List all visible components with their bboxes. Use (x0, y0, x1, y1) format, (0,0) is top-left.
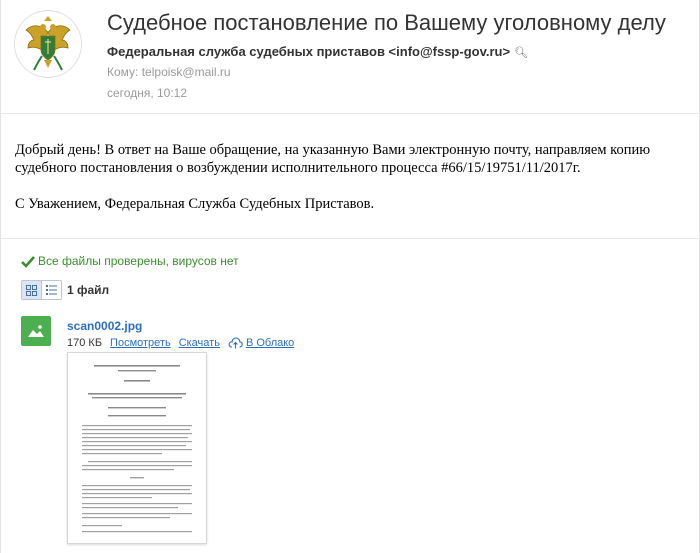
attachment-thumbnail[interactable] (67, 352, 207, 544)
save-to-cloud-link[interactable]: В Облако (228, 336, 294, 349)
list-view-button[interactable] (42, 280, 62, 300)
attachment-count: 1 файл (67, 283, 110, 297)
view-toggle (21, 280, 62, 300)
emblem-icon (25, 16, 71, 71)
virus-check-status: Все файлы проверены, вирусов нет (21, 254, 239, 268)
check-icon (21, 255, 35, 268)
attachment-filename[interactable]: scan0002.jpg (67, 319, 142, 333)
search-icon[interactable]: 🔍︎ (514, 47, 528, 59)
image-file-icon[interactable] (21, 316, 51, 346)
sender-avatar[interactable] (14, 10, 82, 78)
attachments-divider (0, 238, 700, 239)
attachment-size: 170 КБ (67, 336, 103, 349)
grid-view-icon (26, 284, 37, 296)
download-link[interactable]: Скачать (179, 337, 220, 349)
attachment-meta: 170 КБ Посмотреть Скачать В Облако (67, 336, 294, 349)
email-subject: Судебное постановление по Вашему уголовн… (107, 10, 666, 35)
grid-view-button[interactable] (21, 280, 42, 300)
recipient-line: Кому: telpoisk@mail.ru (107, 65, 231, 79)
body-paragraph: Добрый день! В ответ на Ваше обращение, … (15, 142, 651, 176)
body-signature: С Уважением, Федеральная Служба Судебных… (15, 196, 375, 212)
email-body: Добрый день! В ответ на Ваше обращение, … (15, 141, 695, 213)
virus-status-text: Все файлы проверены, вирусов нет (38, 254, 239, 268)
left-border (0, 0, 1, 553)
sender-line[interactable]: Федеральная служба судебных приставов <i… (107, 44, 528, 59)
view-link[interactable]: Посмотреть (110, 337, 171, 349)
image-icon (28, 325, 44, 337)
sender-name[interactable]: Федеральная служба судебных приставов <i… (107, 44, 510, 59)
date-line: сегодня, 10:12 (107, 86, 188, 100)
cloud-label: В Облако (245, 336, 295, 349)
cloud-upload-icon (228, 337, 243, 349)
list-view-icon (46, 285, 57, 295)
header-divider (0, 113, 700, 114)
document-preview-image (82, 365, 192, 533)
